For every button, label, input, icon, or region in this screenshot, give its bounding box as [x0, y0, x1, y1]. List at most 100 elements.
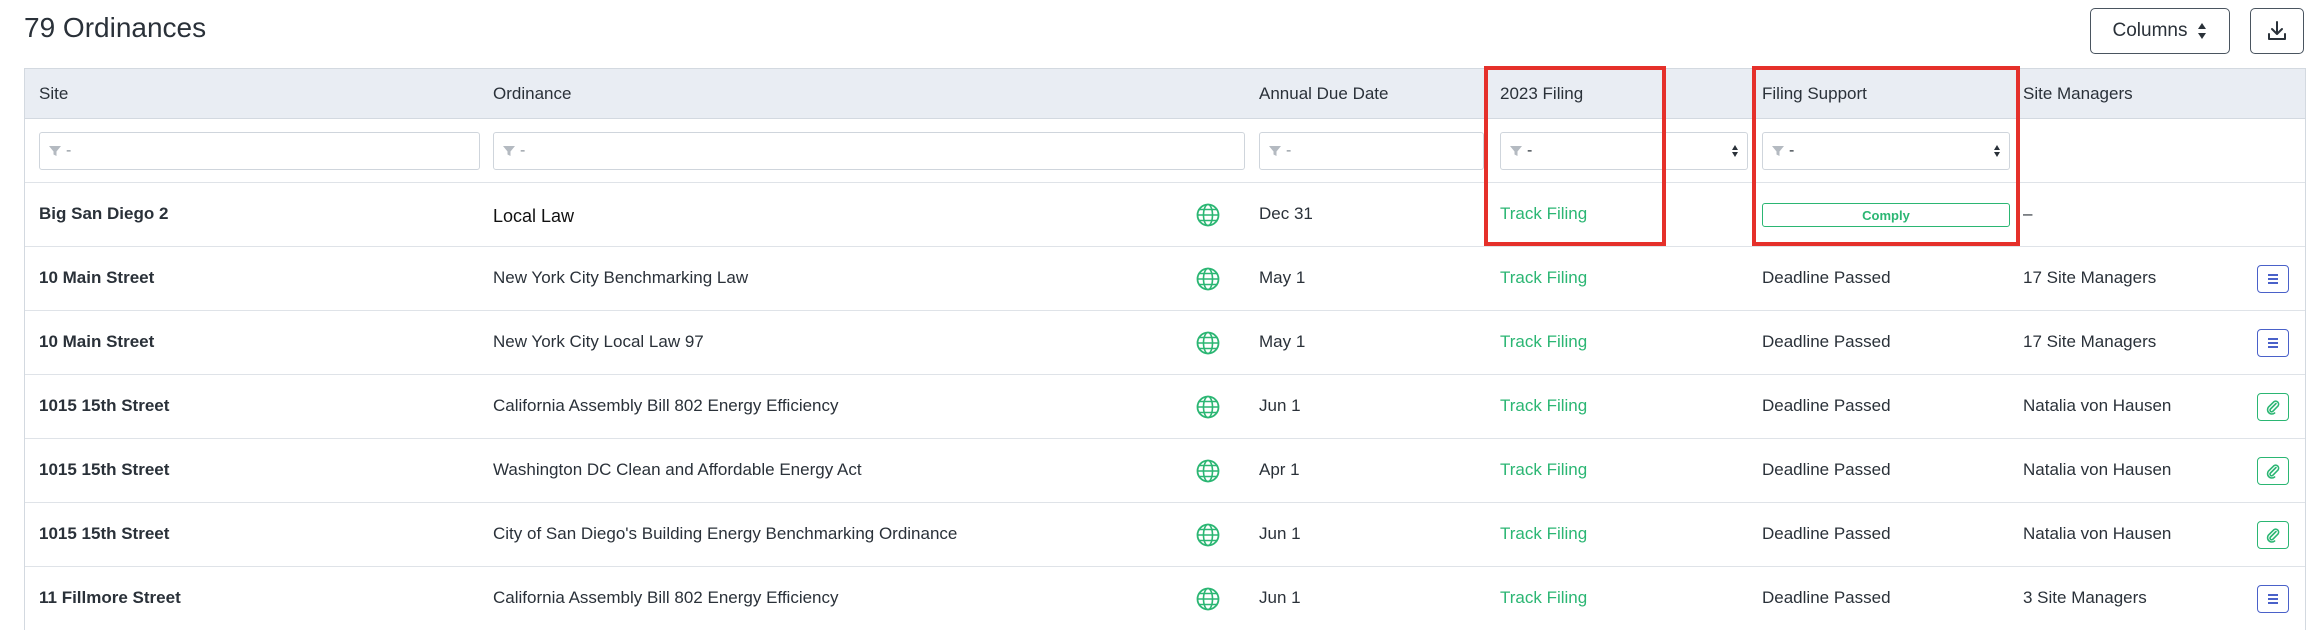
download-button[interactable] [2250, 8, 2304, 54]
filter-row: - - - - - [25, 119, 2305, 183]
column-header-2023-filing[interactable]: 2023 Filing [1500, 84, 1583, 104]
globe-icon[interactable] [1195, 330, 1221, 356]
attachment-button[interactable] [2257, 457, 2289, 485]
due-date-cell: Jun 1 [1259, 524, 1301, 543]
table-row[interactable]: 11 Fillmore Street California Assembly B… [25, 567, 2305, 630]
sort-icon [2198, 23, 2207, 39]
attachment-button[interactable] [2257, 393, 2289, 421]
globe-icon[interactable] [1195, 266, 1221, 292]
download-icon [2268, 21, 2286, 40]
track-filing-link[interactable]: Track Filing [1500, 268, 1587, 288]
page-title: 79 Ordinances [24, 12, 207, 43]
due-date-cell: May 1 [1259, 332, 1306, 351]
track-filing-link[interactable]: Track Filing [1500, 204, 1587, 224]
due-date-cell: Jun 1 [1259, 588, 1301, 607]
site-cell[interactable]: 1015 15th Street [39, 396, 169, 416]
paperclip-icon [2266, 528, 2280, 543]
paperclip-icon [2266, 464, 2280, 479]
track-filing-link[interactable]: Track Filing [1500, 524, 1587, 544]
site-managers-cell: Natalia von Hausen [2023, 396, 2172, 415]
due-date-cell: Dec 31 [1259, 204, 1313, 223]
table-row[interactable]: 1015 15th Street Washington DC Clean and… [25, 439, 2305, 503]
due-date-cell: May 1 [1259, 268, 1306, 287]
track-filing-link[interactable]: Track Filing [1500, 588, 1587, 608]
filing-support-filter-value: - [1789, 142, 1795, 159]
filing-support-filter-select[interactable]: - [1762, 132, 2010, 170]
list-icon [2268, 274, 2278, 284]
due-date-filter-input[interactable]: - [1259, 132, 1484, 170]
ordinance-cell: Washington DC Clean and Affordable Energ… [493, 460, 862, 479]
select-arrows-icon [1994, 145, 2000, 157]
list-icon [2268, 338, 2278, 348]
site-managers-cell: – [2023, 204, 2033, 223]
site-managers-cell: Natalia von Hausen [2023, 460, 2172, 479]
site-cell[interactable]: 1015 15th Street [39, 460, 169, 480]
site-managers-cell: Natalia von Hausen [2023, 524, 2172, 543]
filter-icon [1772, 146, 1784, 156]
site-managers-cell: 17 Site Managers [2023, 332, 2157, 351]
column-header-annual-due-date[interactable]: Annual Due Date [1259, 84, 1388, 104]
globe-icon[interactable] [1195, 458, 1221, 484]
column-header-filing-support[interactable]: Filing Support [1762, 84, 1867, 104]
column-header-site-managers[interactable]: Site Managers [2023, 84, 2133, 104]
filing-support-cell: Deadline Passed [1762, 332, 1891, 351]
site-cell[interactable]: Big San Diego 2 [39, 204, 168, 224]
ordinance-cell: California Assembly Bill 802 Energy Effi… [493, 588, 839, 607]
managers-list-button[interactable] [2257, 585, 2289, 613]
filing-support-cell: Deadline Passed [1762, 524, 1891, 543]
table-row[interactable]: Big San Diego 2 Local Law Dec 31 Track F… [25, 183, 2305, 247]
globe-icon[interactable] [1195, 586, 1221, 612]
globe-icon[interactable] [1195, 522, 1221, 548]
site-filter-input[interactable]: - [39, 132, 480, 170]
columns-button-label: Columns [2112, 20, 2188, 41]
ordinance-filter-input[interactable]: - [493, 132, 1245, 170]
managers-list-button[interactable] [2257, 329, 2289, 357]
ordinance-cell: City of San Diego's Building Energy Benc… [493, 524, 958, 543]
due-date-cell: Jun 1 [1259, 396, 1301, 415]
column-header-site[interactable]: Site [39, 84, 68, 104]
filing-support-cell: Deadline Passed [1762, 268, 1891, 287]
site-managers-cell: 3 Site Managers [2023, 588, 2147, 607]
track-filing-link[interactable]: Track Filing [1500, 396, 1587, 416]
column-header-ordinance[interactable]: Ordinance [493, 84, 571, 104]
ordinances-table: Site Ordinance Annual Due Date 2023 Fili… [24, 68, 2306, 630]
table-header: Site Ordinance Annual Due Date 2023 Fili… [25, 69, 2305, 119]
ordinance-filter-placeholder: - [520, 142, 526, 159]
managers-list-button[interactable] [2257, 265, 2289, 293]
globe-icon[interactable] [1195, 394, 1221, 420]
table-row[interactable]: 10 Main Street New York City Benchmarkin… [25, 247, 2305, 311]
site-cell[interactable]: 10 Main Street [39, 332, 154, 352]
filter-icon [49, 146, 61, 156]
columns-button[interactable]: Columns [2090, 8, 2230, 54]
filing-filter-value: - [1527, 142, 1533, 159]
globe-icon[interactable] [1195, 202, 1221, 228]
list-icon [2268, 594, 2278, 604]
track-filing-link[interactable]: Track Filing [1500, 332, 1587, 352]
attachment-button[interactable] [2257, 521, 2289, 549]
ordinance-cell: New York City Local Law 97 [493, 332, 704, 351]
ordinance-cell: Local Law [493, 206, 575, 226]
filing-support-cell: Deadline Passed [1762, 460, 1891, 479]
site-cell[interactable]: 11 Fillmore Street [39, 588, 181, 608]
filing-support-cell: Deadline Passed [1762, 396, 1891, 415]
track-filing-link[interactable]: Track Filing [1500, 460, 1587, 480]
filter-icon [503, 146, 515, 156]
comply-button[interactable]: Comply [1762, 203, 2010, 227]
table-row[interactable]: 1015 15th Street City of San Diego's Bui… [25, 503, 2305, 567]
site-cell[interactable]: 10 Main Street [39, 268, 154, 288]
filter-icon [1269, 146, 1281, 156]
ordinance-cell: New York City Benchmarking Law [493, 268, 749, 287]
ordinance-cell: California Assembly Bill 802 Energy Effi… [493, 396, 839, 415]
filing-filter-select[interactable]: - [1500, 132, 1748, 170]
table-row[interactable]: 10 Main Street New York City Local Law 9… [25, 311, 2305, 375]
filing-support-cell: Deadline Passed [1762, 588, 1891, 607]
due-date-filter-placeholder: - [1286, 142, 1292, 159]
due-date-cell: Apr 1 [1259, 460, 1300, 479]
paperclip-icon [2266, 400, 2280, 415]
filter-icon [1510, 146, 1522, 156]
select-arrows-icon [1732, 145, 1738, 157]
table-row[interactable]: 1015 15th Street California Assembly Bil… [25, 375, 2305, 439]
site-cell[interactable]: 1015 15th Street [39, 524, 169, 544]
ordinances-page: 79 Ordinances Columns Site Ordinance Ann… [0, 0, 2314, 630]
site-filter-placeholder: - [66, 142, 72, 159]
